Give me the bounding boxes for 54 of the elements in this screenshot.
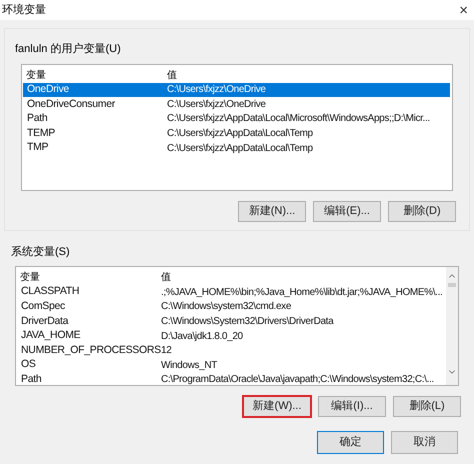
- close-button[interactable]: ×: [459, 2, 468, 18]
- list-row[interactable]: TEMP C:\Users\fxjzz\AppData\Local\Temp: [23, 126, 450, 141]
- variable-list[interactable]: [15, 266, 459, 386]
- dialog-button[interactable]: 取消: [391, 431, 458, 454]
- variable-name: CLASSPATH: [20, 284, 80, 300]
- variable-name: Path: [20, 372, 42, 387]
- scrollbar[interactable]: [446, 267, 458, 385]
- dialog-button[interactable]: 新建(W)...: [243, 396, 311, 417]
- variable-value: C:\Users\fxjzz\OneDrive: [166, 83, 266, 98]
- window-title: 环境变量: [2, 2, 46, 18]
- variable-value: D:\Java\jdk1.8.0_20: [160, 330, 243, 344]
- variable-name: Path: [26, 111, 48, 126]
- variable-value: .;%JAVA_HOME%\bin;%Java_Home%\lib\dt.jar;%JAVA_HOME%\...: [160, 286, 442, 300]
- column-header[interactable]: 变量: [16, 270, 157, 285]
- list-row[interactable]: OneDrive C:\Users\fxjzz\OneDrive: [23, 82, 450, 98]
- variable-name: DriverData: [20, 314, 70, 329]
- variable-name: OneDriveConsumer: [26, 96, 116, 112]
- variable-name: TEMP: [26, 126, 56, 141]
- dialog-button[interactable]: 编辑(I)...: [318, 396, 386, 417]
- variable-value: C:\Users\fxjzz\AppData\Local\Microsoft\WindowsApps;;D:\Micr...: [166, 112, 430, 126]
- variable-name: OS: [20, 357, 37, 372]
- variable-value: C:\Users\fxjzz\AppData\Local\Temp: [166, 142, 313, 156]
- variable-value: C:\Users\fxjzz\AppData\Local\Temp: [166, 127, 313, 142]
- variable-name: OneDrive: [26, 82, 70, 97]
- dialog-button[interactable]: 编辑(E)...: [313, 200, 381, 222]
- list-row[interactable]: DriverData C:\Windows\System32\Drivers\DriverData: [17, 314, 444, 329]
- dialog-button[interactable]: 新建(N)...: [238, 200, 306, 222]
- section-label: fanluln 的用户变量(U): [15, 42, 121, 57]
- dialog-button[interactable]: 删除(D): [388, 200, 456, 222]
- variable-name: TMP: [26, 140, 50, 156]
- scrollbar-thumb[interactable]: [448, 283, 456, 287]
- variable-value: Windows_NT: [160, 358, 217, 373]
- list-row[interactable]: Path C:\Users\fxjzz\AppData\Local\Microsoft\WindowsApps;;D:\Micr...: [23, 112, 450, 126]
- variable-value: C:\Windows\System32\Drivers\DriverData: [160, 314, 334, 329]
- list-row[interactable]: JAVA_HOME D:\Java\jdk1.8.0_20: [17, 328, 444, 344]
- column-header[interactable]: 值: [163, 68, 177, 82]
- variable-value: C:\Windows\system32\cmd.exe: [160, 300, 292, 314]
- section-label: 系统变量(S): [11, 244, 70, 260]
- column-header[interactable]: 值: [157, 270, 171, 285]
- dialog-button[interactable]: 确定: [317, 431, 384, 454]
- list-row[interactable]: OS Windows_NT: [17, 358, 444, 373]
- variable-value: C:\Users\fxjzz\OneDrive: [166, 98, 266, 112]
- dialog-button[interactable]: 删除(L): [393, 396, 461, 417]
- list-row[interactable]: CLASSPATH .;%JAVA_HOME%\bin;%Java_Home%\lib\dt.jar;%JAVA_HOME%\...: [17, 285, 444, 300]
- variable-name: JAVA_HOME: [20, 328, 82, 344]
- list-row[interactable]: Path C:\ProgramData\Oracle\Java\javapath;C:\Windows\system32;C:\...: [17, 372, 444, 388]
- column-header[interactable]: 变量: [22, 68, 163, 82]
- variable-value: C:\ProgramData\Oracle\Java\javapath;C:\Windows\system32;C:\...: [160, 373, 434, 388]
- list-row[interactable]: ComSpec C:\Windows\system32\cmd.exe: [17, 300, 444, 314]
- list-row[interactable]: OneDriveConsumer C:\Users\fxjzz\OneDrive: [23, 97, 450, 112]
- list-row[interactable]: TMP C:\Users\fxjzz\AppData\Local\Temp: [23, 140, 450, 156]
- list-row[interactable]: NUMBER_OF_PROCESSORS12: [17, 343, 444, 358]
- variable-name: ComSpec: [20, 299, 66, 314]
- variable-list[interactable]: [21, 64, 453, 190]
